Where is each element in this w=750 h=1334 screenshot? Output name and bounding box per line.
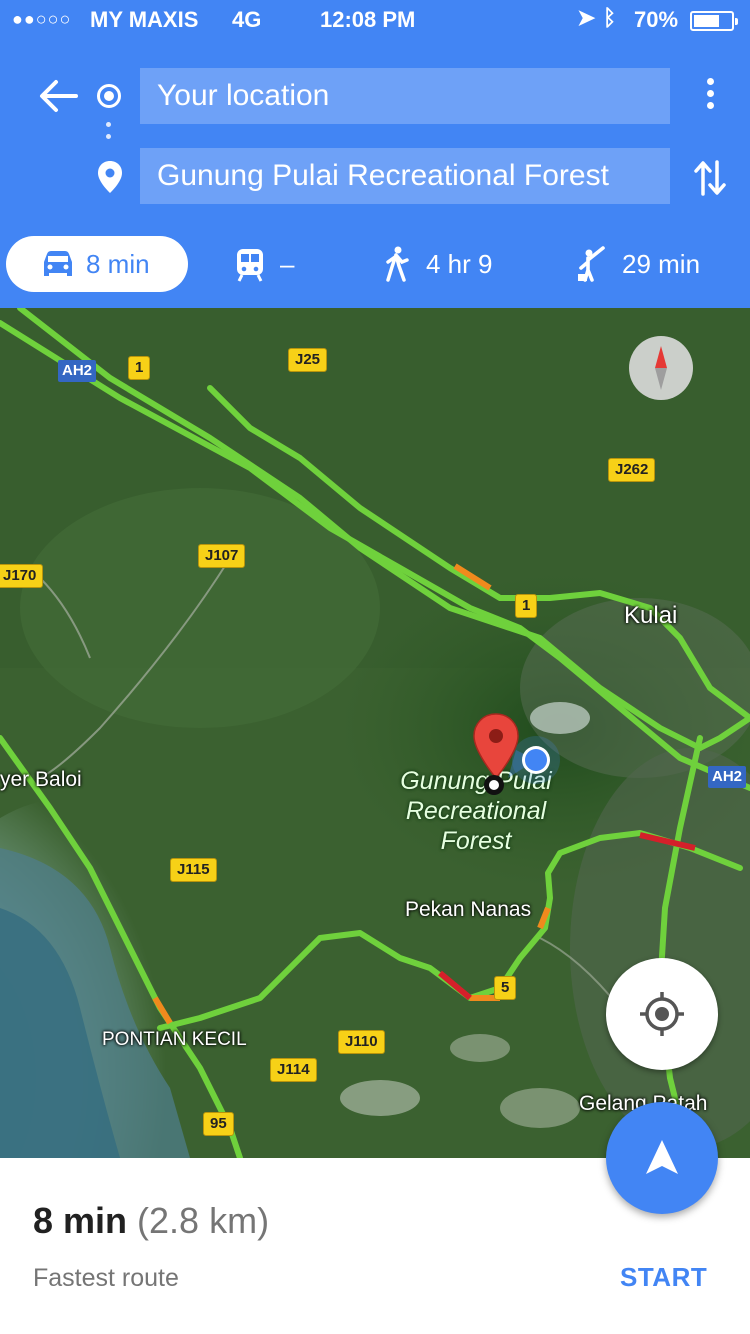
- place-label: Pekan Nanas: [405, 898, 532, 921]
- compass-button[interactable]: [629, 336, 693, 400]
- road-shield: J115: [170, 858, 217, 882]
- bluetooth-icon: ᛒ: [603, 5, 617, 30]
- compass-icon: [655, 346, 667, 390]
- place-label: Kulai: [624, 602, 678, 629]
- start-button[interactable]: START: [620, 1262, 707, 1293]
- road-shield: AH2: [708, 766, 747, 788]
- road-shield: 95: [203, 1112, 234, 1136]
- status-time: 12:08 PM: [320, 7, 416, 32]
- road-shield: J170: [0, 564, 44, 588]
- battery-percent: 70%: [634, 7, 679, 32]
- road-shield: J262: [608, 458, 656, 482]
- network-type: 4G: [232, 7, 262, 32]
- place-label: PONTIAN KECIL: [102, 1029, 247, 1050]
- my-location-button[interactable]: [606, 958, 718, 1070]
- hail-ride-icon: [578, 246, 605, 282]
- road-shield: J25: [288, 348, 328, 372]
- mode-transit-label: –: [280, 249, 295, 279]
- battery-icon: [690, 11, 738, 31]
- status-bar: ●●○○○ MY MAXIS 4G 12:08 PM ➤ ᛒ 70%: [0, 0, 750, 40]
- road-shield: 1: [515, 594, 538, 618]
- mode-walk-label: 4 hr 9: [426, 249, 493, 279]
- mode-tab-ride-hailing[interactable]: 29 min: [576, 236, 726, 292]
- mode-drive-label: 8 min: [86, 249, 150, 279]
- destination-input[interactable]: Gunung Pulai Recreational Forest: [140, 148, 670, 204]
- origin-input[interactable]: Your location: [140, 68, 670, 124]
- signal-strength: ●●○○○: [12, 9, 72, 29]
- carrier-name: MY MAXIS: [90, 7, 199, 32]
- train-icon: [237, 249, 263, 282]
- origin-marker-icon: [97, 84, 121, 108]
- swap-direction-icon[interactable]: [694, 158, 726, 198]
- road-shield: J110: [338, 1030, 385, 1054]
- route-connector-dots: [106, 122, 112, 146]
- navigation-arrow-icon: [646, 1140, 678, 1174]
- more-options-icon[interactable]: [700, 78, 720, 118]
- back-arrow-icon[interactable]: [36, 74, 80, 118]
- crosshair-icon: [640, 992, 684, 1036]
- mode-tab-walk[interactable]: 4 hr 9: [382, 236, 512, 292]
- duration-value: 8 min: [33, 1200, 128, 1241]
- destination-marker-icon[interactable]: [472, 712, 520, 804]
- start-navigation-button[interactable]: [606, 1102, 718, 1214]
- route-distance: (2.8 km): [137, 1200, 270, 1241]
- location-services-icon: ➤: [577, 5, 596, 30]
- car-icon: [44, 251, 72, 276]
- mode-tab-drive[interactable]: 8 min: [6, 236, 188, 292]
- road-shield: J107: [198, 544, 246, 568]
- road-shield: AH2: [58, 360, 97, 382]
- walk-icon: [386, 246, 409, 282]
- route-note: Fastest route: [33, 1264, 179, 1292]
- mode-ride-hailing-label: 29 min: [622, 249, 701, 279]
- destination-pin-icon: [98, 161, 122, 193]
- road-shield: 5: [494, 976, 517, 1000]
- road-shield: J114: [270, 1058, 317, 1082]
- road-shield: 1: [128, 356, 151, 380]
- mode-tab-transit[interactable]: –: [234, 236, 324, 292]
- route-duration: 8 min (2.8 km): [33, 1200, 269, 1242]
- place-label: yer Baloi: [0, 768, 82, 791]
- directions-header: ●●○○○ MY MAXIS 4G 12:08 PM ➤ ᛒ 70% Your …: [0, 0, 750, 308]
